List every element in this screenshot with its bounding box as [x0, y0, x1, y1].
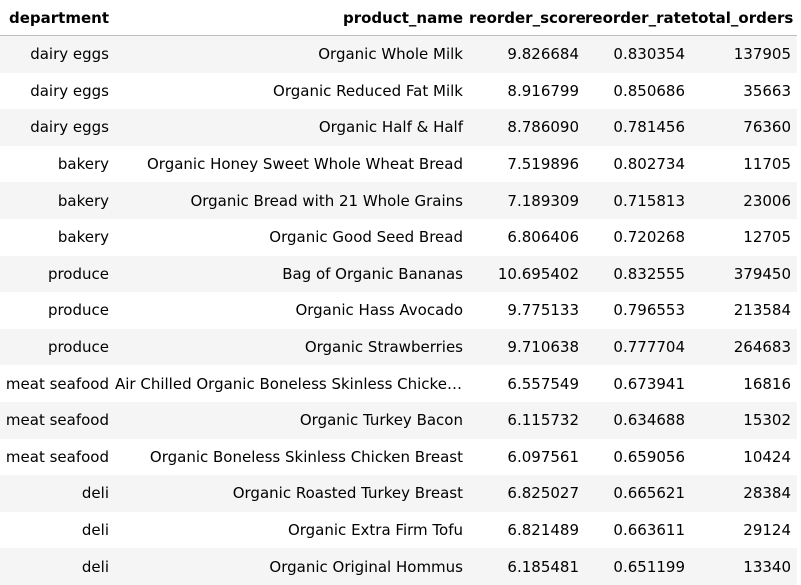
product-name-cell: Air Chilled Organic Boneless Skinless Ch…	[115, 374, 469, 393]
column-header-total-orders: total_orders	[691, 0, 797, 36]
department-cell: meat seafood	[5, 447, 109, 466]
product-name-cell: Organic Reduced Fat Milk	[273, 81, 463, 100]
table-header: department product_name reorder_score re…	[0, 0, 797, 36]
header-row: department product_name reorder_score re…	[0, 0, 797, 36]
department-cell: bakery	[57, 191, 109, 210]
total-orders-cell: 264683	[733, 338, 791, 357]
reorder-score-cell: 9.826684	[507, 45, 579, 64]
reorder-rate-cell: 0.781456	[613, 118, 685, 137]
reorder-score-cell: 6.185481	[507, 557, 579, 576]
reorder-rate-cell: 0.720268	[613, 228, 685, 247]
reorder-score-cell: 7.519896	[507, 155, 579, 174]
department-cell: bakery	[57, 155, 109, 174]
product-name-cell: Organic Honey Sweet Whole Wheat Bread	[146, 155, 463, 174]
department-cell: deli	[81, 521, 109, 540]
reorder-score-cell: 6.825027	[507, 484, 579, 503]
column-header-department: department	[0, 0, 115, 36]
product-name-cell: Organic Original Hommus	[269, 557, 463, 576]
reorder-rate-cell: 0.832555	[613, 264, 685, 283]
department-cell: meat seafood	[5, 374, 109, 393]
reorder-score-cell: 8.916799	[507, 81, 579, 100]
product-name-cell: Organic Turkey Bacon	[299, 411, 463, 430]
total-orders-cell: 28384	[743, 484, 791, 503]
table-row: deli Organic Extra Firm Tofu 6.821489 0.663…	[0, 511, 797, 549]
product-name-cell: Organic Bread with 21 Whole Grains	[190, 191, 463, 210]
department-cell: meat seafood	[5, 411, 109, 430]
table-row: meat seafood Organic Turkey Bacon 6.115732…	[0, 401, 797, 439]
department-cell: dairy eggs	[30, 81, 109, 100]
total-orders-cell: 76360	[743, 118, 791, 137]
column-header-reorder-rate: reorder_rate	[585, 0, 691, 36]
department-cell: dairy eggs	[30, 45, 109, 64]
reorder-score-cell: 10.695402	[497, 264, 579, 283]
reorder-score-cell: 6.115732	[507, 411, 579, 430]
reorder-rate-cell: 0.673941	[613, 374, 685, 393]
table-row: produce Organic Strawberries 9.710638 0.777…	[0, 328, 797, 366]
table-row: dairy eggs Organic Reduced Fat Milk 8.9167…	[0, 72, 797, 110]
total-orders-cell: 15302	[743, 411, 791, 430]
total-orders-cell: 11705	[743, 155, 791, 174]
total-orders-cell: 213584	[733, 301, 791, 320]
department-cell: dairy eggs	[30, 118, 109, 137]
product-name-cell: Organic Roasted Turkey Breast	[232, 484, 463, 503]
total-orders-cell: 16816	[743, 374, 791, 393]
product-name-cell: Organic Whole Milk	[318, 45, 463, 64]
table-row: meat seafood Organic Boneless Skinless Ch…	[0, 438, 797, 476]
reorder-rate-cell: 0.802734	[613, 155, 685, 174]
table-row: produce Organic Hass Avocado 9.775133 0.796…	[0, 292, 797, 329]
department-cell: produce	[47, 301, 109, 320]
product-name-cell: Organic Half & Half	[318, 118, 463, 137]
reorder-score-cell: 9.710638	[507, 338, 579, 357]
reorder-rate-cell: 0.659056	[613, 447, 685, 466]
department-cell: produce	[47, 338, 109, 357]
product-name-cell: Organic Good Seed Bread	[269, 228, 463, 247]
table-row: dairy eggs Organic Whole Milk 9.826684 0.83…	[0, 35, 797, 73]
product-name-cell: Organic Extra Firm Tofu	[287, 521, 463, 540]
total-orders-cell: 12705	[743, 228, 791, 247]
reorder-score-cell: 6.806406	[507, 228, 579, 247]
reorder-rate-cell: 0.665621	[613, 484, 685, 503]
total-orders-cell: 379450	[733, 264, 791, 283]
column-header-product-name: product_name	[115, 0, 469, 36]
total-orders-cell: 23006	[743, 191, 791, 210]
data-table: department product_name reorder_score re…	[0, 0, 797, 585]
product-name-cell: Organic Hass Avocado	[295, 301, 463, 320]
reorder-score-cell: 6.821489	[507, 521, 579, 540]
column-header-reorder-score: reorder_score	[469, 0, 586, 36]
reorder-rate-cell: 0.850686	[613, 81, 685, 100]
total-orders-cell: 137905	[733, 45, 791, 64]
reorder-score-cell: 8.786090	[507, 118, 579, 137]
reorder-score-cell: 6.097561	[507, 447, 579, 466]
table-row: bakery Organic Good Seed Bread 6.806406 0.7…	[0, 218, 797, 256]
reorder-score-cell: 6.557549	[507, 374, 579, 393]
total-orders-cell: 29124	[743, 521, 791, 540]
table-body: dairy eggs Organic Whole Milk 9.826684 0.83…	[0, 35, 797, 585]
table-row: produce Bag of Organic Bananas 10.695402 0.…	[0, 255, 797, 293]
department-cell: deli	[81, 557, 109, 576]
reorder-rate-cell: 0.777704	[613, 338, 685, 357]
department-cell: produce	[47, 264, 109, 283]
table-row: bakery Organic Honey Sweet Whole Wheat Br…	[0, 145, 797, 183]
department-cell: deli	[81, 484, 109, 503]
reorder-score-cell: 7.189309	[507, 191, 579, 210]
product-name-cell: Organic Boneless Skinless Chicken Breast	[149, 447, 463, 466]
reorder-rate-cell: 0.796553	[613, 301, 685, 320]
product-name-cell: Bag of Organic Bananas	[282, 264, 463, 283]
table-row: deli Organic Original Hommus 6.185481 0.651…	[0, 548, 797, 585]
table-row: dairy eggs Organic Half & Half 8.786090 0.7…	[0, 109, 797, 146]
table-row: bakery Organic Bread with 21 Whole Grains…	[0, 182, 797, 219]
table-row: meat seafood Air Chilled Organic Boneless…	[0, 365, 797, 402]
reorder-rate-cell: 0.651199	[613, 557, 685, 576]
total-orders-cell: 10424	[743, 447, 791, 466]
total-orders-cell: 13340	[743, 557, 791, 576]
reorder-rate-cell: 0.715813	[613, 191, 685, 210]
department-cell: bakery	[57, 228, 109, 247]
product-name-cell: Organic Strawberries	[304, 338, 463, 357]
reorder-rate-cell: 0.830354	[613, 45, 685, 64]
reorder-rate-cell: 0.663611	[613, 521, 685, 540]
reorder-score-cell: 9.775133	[507, 301, 579, 320]
table-row: deli Organic Roasted Turkey Breast 6.82502…	[0, 475, 797, 512]
total-orders-cell: 35663	[743, 81, 791, 100]
reorder-rate-cell: 0.634688	[613, 411, 685, 430]
